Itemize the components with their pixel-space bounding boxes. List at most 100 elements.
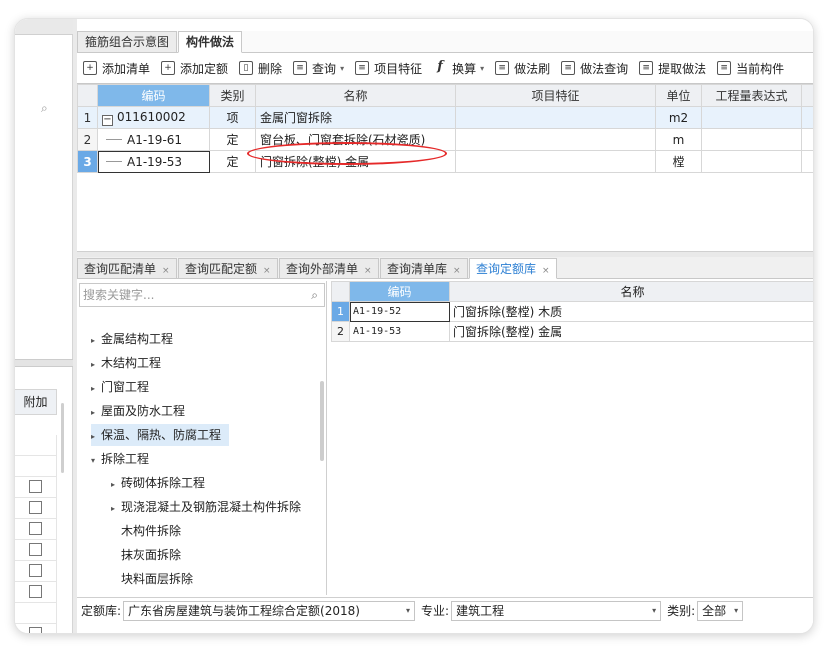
toolbar-button-fx[interactable]: f 换算 ▾ [433,60,484,77]
table-row[interactable]: 1 A1-19-52 门窗拆除(整樘) 木质 [331,301,813,322]
header-extra [801,84,813,107]
table-row[interactable]: 2 A1-19-53 门窗拆除(整樘) 金属 [331,321,813,342]
row-expression[interactable] [701,128,802,151]
quota-row-name[interactable]: 门窗拆除(整樘) 金属 [449,321,813,342]
header-code[interactable]: 编码 [97,84,210,107]
row-expression[interactable] [701,106,802,129]
tab-component-method[interactable]: 构件做法 [178,31,243,53]
tree-node[interactable]: ▸ 屋面及防水工程 [91,400,185,422]
query-icon: ≡ [293,61,308,75]
chevron-right-icon[interactable]: ▸ [111,474,121,496]
attach-checkbox[interactable] [29,543,42,556]
tree-node[interactable]: 抹灰面拆除 [111,544,181,566]
row-code[interactable]: A1-19-53 [97,150,210,173]
tree-node[interactable]: ▸ 木结构工程 [91,352,161,374]
search-icon[interactable]: ⌕ [311,284,318,306]
toolbar-button-current-component[interactable]: ≡ 当前构件 [717,60,784,77]
toolbar-button-add-quota[interactable]: + 添加定额 [161,60,228,77]
row-expression[interactable] [701,150,802,173]
chevron-right-icon[interactable]: ▸ [91,354,101,376]
row-feature[interactable] [455,150,656,173]
quota-header-code[interactable]: 编码 [349,281,450,302]
header-name[interactable]: 名称 [255,84,456,107]
tree-node[interactable]: ▸ 金属结构工程 [91,328,173,350]
row-index: 2 [77,128,98,151]
query-tab-1[interactable]: 查询匹配定额 × [178,258,278,279]
close-icon[interactable]: × [453,266,461,276]
header-expression[interactable]: 工程量表达式 [701,84,802,107]
tree-node[interactable]: ▸ 现浇混凝土及钢筋混凝土构件拆除 [111,496,301,518]
quota-row-code[interactable]: A1-19-52 [349,301,450,322]
chevron-down-icon[interactable]: ▾ [340,64,344,73]
tree-node-label: 块料面层拆除 [121,572,194,586]
tree-node[interactable]: 龙骨及饰面拆除 [111,592,205,595]
table-row[interactable]: 2 A1-19-61 定 窗台板、门窗套拆除(石材瓷质) m [77,128,813,151]
tree-node[interactable]: 木构件拆除 [111,520,181,542]
row-name[interactable]: 金属门窗拆除 [255,106,456,129]
tree-scrollbar[interactable] [320,381,324,461]
category-select[interactable]: 全部 ▾ [697,600,744,621]
close-icon[interactable]: × [263,266,271,276]
toolbar-button-brush[interactable]: ≡ 做法刷 [495,60,550,77]
tree-node-label: 拆除工程 [101,452,150,466]
table-row[interactable]: 1 −011610002 项 金属门窗拆除 m2 [77,106,813,129]
header-feature[interactable]: 项目特征 [455,84,656,107]
row-unit[interactable]: m2 [655,106,702,129]
quota-header-row: 编码 名称 [331,281,813,302]
chevron-down-icon[interactable]: ▾ [480,64,484,73]
attach-checkbox[interactable] [29,522,42,535]
left-pane-splitter[interactable] [15,359,73,367]
toolbar-button-trash[interactable]: ▯ 删除 [239,60,282,77]
row-code[interactable]: A1-19-61 [97,128,210,151]
row-type[interactable]: 定 [209,128,256,151]
close-icon[interactable]: × [542,266,550,276]
close-icon[interactable]: × [162,266,170,276]
chevron-right-icon[interactable]: ▸ [91,402,101,424]
tree-node[interactable]: ▾ 拆除工程 [91,448,149,470]
query-tab-3[interactable]: 查询清单库 × [380,258,468,279]
toolbar: + 添加清单 + 添加定额 ▯ 删除 ≡ 查询 ▾ ≡ 项目特征 f 换算 ▾ ≡ 做法刷 ≡ 做法查询 ≡ 提取做法… [77,55,813,81]
row-feature[interactable] [455,128,656,151]
quota-row-name[interactable]: 门窗拆除(整樘) 木质 [449,301,813,322]
toolbar-button-query[interactable]: ≡ 查询 ▾ [293,60,344,77]
header-unit[interactable]: 单位 [655,84,702,107]
chevron-right-icon[interactable]: ▸ [91,330,101,352]
quota-header-name[interactable]: 名称 [449,281,813,302]
attach-checkbox[interactable] [29,585,42,598]
library-select[interactable]: 广东省房屋建筑与装饰工程综合定额(2018) ▾ [123,600,416,621]
row-code[interactable]: −011610002 [97,106,210,129]
row-type[interactable]: 项 [209,106,256,129]
left-search-icon[interactable]: ⌕ [41,101,48,116]
row-index: 3 [77,150,98,173]
search-input[interactable]: 搜索关键字... ⌕ [79,283,325,307]
header-type[interactable]: 类别 [209,84,256,107]
quota-row-code[interactable]: A1-19-53 [349,321,450,342]
chevron-down-icon[interactable]: ▾ [91,450,101,472]
attach-checkbox[interactable] [29,564,42,577]
tree-node[interactable]: ▸ 门窗工程 [91,376,149,398]
row-unit[interactable]: m [655,128,702,151]
toolbar-button-method-query[interactable]: ≡ 做法查询 [561,60,628,77]
toolbar-button-add-list[interactable]: + 添加清单 [83,60,150,77]
query-tab-4[interactable]: 查询定额库 × [469,258,557,279]
row-unit[interactable]: 樘 [655,150,702,173]
major-select[interactable]: 建筑工程 ▾ [451,600,662,621]
tree-node[interactable]: ▸ 砖砌体拆除工程 [111,472,205,494]
query-tab-0[interactable]: 查询匹配清单 × [77,258,177,279]
close-icon[interactable]: × [364,266,372,276]
attach-checkbox[interactable] [29,501,42,514]
tab-stirrup-diagram[interactable]: 箍筋组合示意图 [77,31,178,53]
toolbar-button-extract[interactable]: ≡ 提取做法 [639,60,706,77]
left-scrollbar[interactable] [61,403,64,473]
chevron-right-icon[interactable]: ▸ [111,498,121,520]
chevron-right-icon[interactable]: ▸ [91,378,101,400]
query-tab-2[interactable]: 查询外部清单 × [279,258,379,279]
attach-checkbox[interactable] [29,627,42,633]
toolbar-button-feature[interactable]: ≡ 项目特征 [355,60,422,77]
tree-node[interactable]: 块料面层拆除 [111,568,193,590]
tree-node[interactable]: ▸ 保温、隔热、防腐工程 [91,424,230,448]
chevron-right-icon[interactable]: ▸ [91,426,101,448]
collapse-icon[interactable]: − [102,114,113,126]
row-feature[interactable] [455,106,656,129]
attach-checkbox[interactable] [29,480,42,493]
